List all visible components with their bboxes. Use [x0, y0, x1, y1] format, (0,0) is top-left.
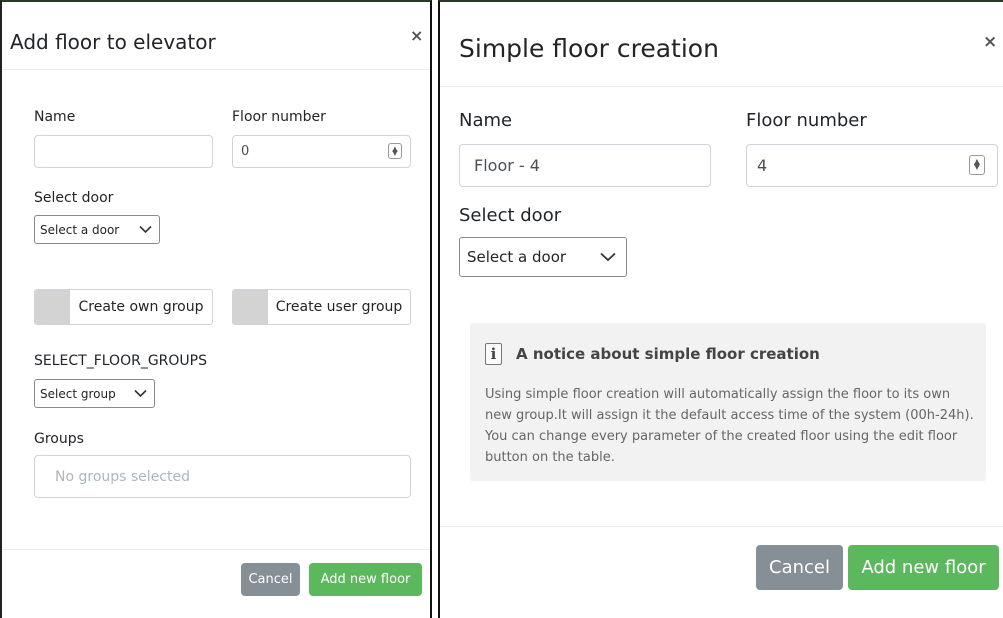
- cancel-button[interactable]: Cancel: [241, 563, 300, 596]
- door-select[interactable]: Select a door: [34, 215, 160, 244]
- footer-divider: [2, 549, 430, 550]
- select-floor-groups-label: SELECT_FLOOR_GROUPS: [34, 353, 207, 369]
- groups-placeholder: No groups selected: [55, 468, 190, 485]
- add-floor-dialog: Add floor to elevator × Name Floor numbe…: [0, 0, 432, 618]
- floor-number-value: 0: [241, 144, 250, 159]
- name-label: Name: [459, 110, 513, 131]
- close-icon[interactable]: ×: [410, 26, 423, 45]
- door-select[interactable]: Select a door: [459, 237, 627, 277]
- groups-label: Groups: [34, 431, 84, 447]
- create-user-group-toggle[interactable]: Create user group: [232, 289, 411, 325]
- notice-body: Using simple floor creation will automat…: [485, 387, 974, 465]
- close-icon[interactable]: ×: [983, 32, 997, 52]
- info-icon: i: [485, 343, 502, 365]
- header-divider: [440, 86, 1003, 87]
- name-input[interactable]: [34, 135, 213, 168]
- select-door-label: Select door: [34, 190, 114, 206]
- floor-number-input[interactable]: 4: [746, 144, 998, 187]
- dialog-title: Add floor to elevator: [10, 30, 216, 54]
- group-select-value: Select group: [40, 386, 116, 401]
- stepper-icon[interactable]: ▲ ▼: [388, 143, 402, 159]
- door-select-value: Select a door: [40, 222, 120, 237]
- create-own-group-toggle[interactable]: Create own group: [34, 289, 213, 325]
- chevron-down-icon: [600, 252, 616, 262]
- floor-number-input[interactable]: 0: [232, 135, 411, 168]
- notice-box: i A notice about simple floor creation U…: [470, 323, 986, 481]
- floor-number-label: Floor number: [746, 110, 867, 131]
- floor-number-value: 4: [757, 156, 768, 175]
- toggle-knob: [233, 290, 268, 324]
- cancel-button[interactable]: Cancel: [756, 545, 843, 590]
- floor-number-label: Floor number: [232, 109, 326, 125]
- notice-title: A notice about simple floor creation: [516, 345, 820, 363]
- add-new-floor-button[interactable]: Add new floor: [848, 545, 999, 590]
- toggle-knob: [35, 290, 70, 324]
- name-input[interactable]: Floor - 4: [459, 144, 711, 187]
- group-select[interactable]: Select group: [34, 379, 155, 408]
- create-own-group-label: Create own group: [78, 299, 204, 315]
- stepper-icon[interactable]: ▲ ▼: [969, 155, 985, 175]
- header-divider: [2, 69, 430, 70]
- chevron-down-icon: [139, 225, 152, 234]
- groups-list: No groups selected: [34, 455, 411, 498]
- dialog-title: Simple floor creation: [459, 34, 719, 63]
- create-user-group-label: Create user group: [275, 299, 403, 315]
- chevron-down-icon: [134, 389, 147, 398]
- select-door-label: Select door: [459, 205, 562, 226]
- footer-divider: [440, 526, 1003, 527]
- simple-floor-dialog: Simple floor creation × Name Floor - 4 F…: [438, 0, 1003, 618]
- add-new-floor-button[interactable]: Add new floor: [309, 563, 422, 596]
- door-select-value: Select a door: [467, 248, 567, 266]
- name-label: Name: [34, 109, 76, 125]
